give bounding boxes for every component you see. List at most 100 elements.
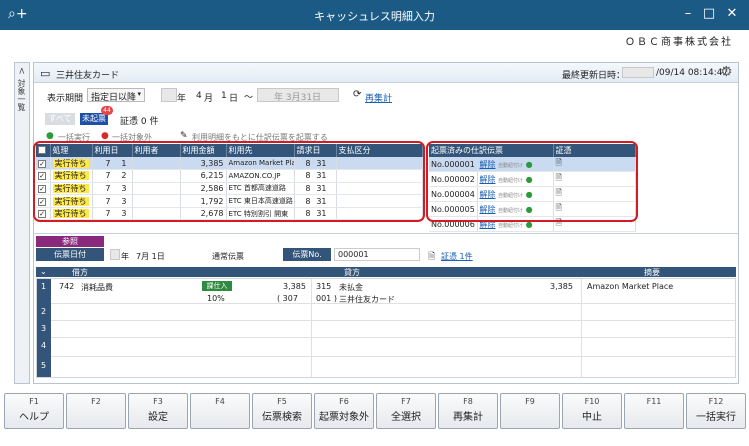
row-number: 4 [41, 341, 47, 350]
to-date-field[interactable]: 年 3月31日 [257, 88, 339, 103]
debit-tax-code: 001 ) [316, 294, 337, 303]
fkey-f3[interactable]: F3 設定 [128, 393, 188, 429]
chevron-down-icon: ▾ [137, 90, 141, 98]
fkey-f9[interactable]: F9 [500, 393, 560, 429]
highlight-frame-left [33, 141, 425, 222]
fkey-f11[interactable]: F11 [624, 393, 684, 429]
updated-value: /09/14 08:14:47 [656, 68, 729, 78]
tax-category-tag: 課仕入 [202, 281, 232, 291]
period-select-value: 指定日以降 [91, 93, 137, 103]
journal-icon: ✎ [180, 131, 188, 141]
debit-header: 借方 [72, 268, 88, 277]
auto-link-label: 自動紐付け [498, 222, 524, 229]
refresh-icon[interactable]: ⟳ [353, 89, 361, 100]
close-icon[interactable]: ✕ [724, 6, 740, 21]
evidence-link[interactable]: 証憑 1件 [441, 251, 473, 262]
fkey-label: 中止 [582, 412, 602, 423]
period-label: 表示期間 [47, 94, 84, 104]
fkey-label: 全選択 [391, 412, 421, 423]
debit-amount[interactable]: 3,385 [283, 282, 306, 291]
window-title: キャッシュレス明細入力 [314, 10, 435, 23]
tax-rate: 10% [207, 294, 225, 303]
fkey-f8[interactable]: F8 再集計 [438, 393, 498, 429]
tab-all[interactable]: すべて [45, 113, 75, 125]
voucher-no-label: 伝票No. [283, 248, 331, 261]
range-tilde: ～ [244, 93, 254, 103]
credit-sub-account[interactable]: 三井住友カード [339, 294, 395, 305]
unposted-badge: 44 [101, 106, 113, 115]
collapse-chevron-icon[interactable]: ⌄ [40, 267, 47, 276]
from-month[interactable]: 4 [196, 91, 202, 101]
fkey-code: F2 [91, 397, 101, 406]
voucher-type: 通常伝票 [212, 252, 244, 261]
row-number: 5 [41, 361, 47, 370]
journal-body: 1 2 3 4 5 742 消耗品費 課仕入 10% 3,385 ( 307 0… [36, 278, 736, 378]
updated-label: 最終更新日時： [562, 71, 626, 81]
credit-header: 貸方 [344, 268, 360, 277]
debit-account-code[interactable]: 742 [59, 282, 74, 291]
period-select[interactable]: 指定日以降 ▾ [87, 88, 145, 103]
voucher-year-box[interactable] [110, 249, 120, 260]
company-name: ＯＢＣ商事株式会社 [625, 37, 733, 48]
card-header: ▭ 三井住友カード 最終更新日時： /09/14 08:14:47 ⚙ [34, 63, 738, 83]
fkey-f6[interactable]: F6 起票対象外 [314, 393, 374, 429]
side-panel-toggle[interactable]: < 対象一覧 [14, 62, 30, 384]
credit-amount[interactable]: 3,385 [550, 282, 573, 291]
voucher-date-label: 伝票日付 [36, 248, 104, 261]
fkey-code: F7 [401, 397, 411, 406]
from-month-label: 月 [204, 94, 214, 104]
credit-account-code[interactable]: 315 [316, 282, 331, 291]
updated-year-box [622, 67, 654, 78]
maximize-icon[interactable]: □ [701, 6, 717, 21]
gear-icon[interactable]: ⚙ [720, 64, 733, 80]
reference-tag: 参照 [36, 236, 104, 247]
fkey-code: F5 [277, 397, 287, 406]
side-label: 対象一覧 [17, 78, 26, 111]
fkey-code: F9 [525, 397, 535, 406]
fkey-code: F10 [584, 397, 600, 406]
fkey-code: F12 [708, 397, 724, 406]
fkey-label: 伝票検索 [262, 412, 302, 423]
debit-tax: ( 307 [277, 294, 298, 303]
to-date-value: 年 3月31日 [274, 93, 322, 103]
minimize-icon[interactable]: – [680, 6, 696, 21]
fkey-f2[interactable]: F2 [66, 393, 126, 429]
from-year-box[interactable] [161, 88, 177, 102]
voucher-no-field[interactable]: 000001 [334, 248, 420, 261]
from-day-label: 日 [229, 94, 239, 104]
fkey-label: 再集計 [453, 412, 483, 423]
fkey-code: F8 [463, 397, 473, 406]
fkey-f4[interactable]: F4 [190, 393, 250, 429]
document-icon: 🗎 [428, 252, 436, 262]
fkey-f7[interactable]: F7 全選択 [376, 393, 436, 429]
fkey-label: 一括実行 [696, 412, 736, 423]
credit-card-icon: ▭ [40, 67, 51, 80]
fkey-f10[interactable]: F10 中止 [562, 393, 622, 429]
voucher-count: 証憑 0 件 [120, 117, 159, 127]
fkey-code: F4 [215, 397, 225, 406]
credit-account-name[interactable]: 未払金 [339, 282, 363, 293]
check-circle-icon: ● [46, 131, 54, 141]
fkey-code: F3 [153, 397, 163, 406]
voucher-date-value[interactable]: 7月 1日 [136, 251, 165, 262]
from-year-label: 年 [177, 94, 187, 104]
memo-header: 摘要 [644, 268, 660, 277]
from-day[interactable]: 1 [221, 91, 227, 101]
fkey-f12[interactable]: F12 一括実行 [686, 393, 746, 429]
row-number: 3 [41, 324, 47, 333]
fkey-code: F11 [646, 397, 662, 406]
divider [34, 233, 738, 234]
fkey-code: F1 [29, 397, 39, 406]
fkey-code: F6 [339, 397, 349, 406]
fkey-label: 設定 [148, 412, 168, 423]
minus-circle-icon: ● [101, 131, 109, 141]
highlight-frame-right [426, 141, 638, 222]
fkey-f1[interactable]: F1 ヘルプ [4, 393, 64, 429]
voucher-year-label: 年 [121, 252, 129, 261]
memo-text[interactable]: Amazon Market Place [587, 282, 673, 291]
debit-account-name[interactable]: 消耗品費 [81, 282, 113, 293]
fkey-f5[interactable]: F5 伝票検索 [252, 393, 312, 429]
fkey-label: 起票対象外 [319, 412, 369, 423]
recalc-link[interactable]: 再集計 [365, 91, 392, 104]
card-name: 三井住友カード [56, 71, 120, 81]
